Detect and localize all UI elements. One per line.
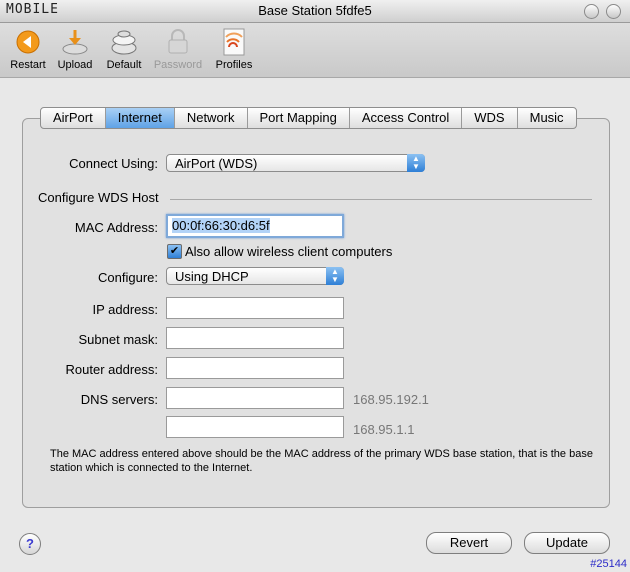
window-title: Base Station 5fdfe5 xyxy=(258,3,372,18)
mac-address-value: 00:0f:66:30:d6:5f xyxy=(172,218,270,233)
tab-wds[interactable]: WDS xyxy=(462,108,518,128)
connect-using-label: Connect Using: xyxy=(69,156,158,171)
connect-using-popup[interactable]: AirPort (WDS) ▲ ▼ xyxy=(166,154,425,172)
default-button[interactable]: Default xyxy=(98,27,150,71)
dns-server-1-hint: 168.95.192.1 xyxy=(353,392,429,407)
toolbar: Restart Upload Default Password Profiles xyxy=(0,23,630,78)
upload-icon xyxy=(59,27,91,57)
revert-button[interactable]: Revert xyxy=(426,532,512,554)
tab-music[interactable]: Music xyxy=(518,108,576,128)
tab-access-control[interactable]: Access Control xyxy=(350,108,463,128)
tab-internet[interactable]: Internet xyxy=(105,108,175,128)
tab-bar: AirPort Internet Network Port Mapping Ac… xyxy=(40,107,577,129)
default-label: Default xyxy=(106,59,142,71)
dns-server-2-field[interactable] xyxy=(166,416,344,438)
allow-wireless-checkbox[interactable]: ✔ xyxy=(167,244,182,259)
update-button[interactable]: Update xyxy=(524,532,610,554)
router-address-field[interactable] xyxy=(166,357,344,379)
profiles-icon xyxy=(218,27,250,57)
dns-server-2-hint: 168.95.1.1 xyxy=(353,422,415,437)
connect-using-value: AirPort (WDS) xyxy=(175,156,258,171)
upload-label: Upload xyxy=(57,59,93,71)
title-bar: MOBILE Base Station 5fdfe5 xyxy=(0,0,630,23)
zoom-icon[interactable] xyxy=(606,4,621,19)
help-button[interactable]: ? xyxy=(19,533,41,555)
restart-label: Restart xyxy=(10,59,46,71)
ip-address-label: IP address: xyxy=(92,302,158,317)
section-divider xyxy=(170,199,592,200)
subnet-mask-label: Subnet mask: xyxy=(78,332,159,347)
allow-wireless-label: Also allow wireless client computers xyxy=(185,244,393,259)
tab-network[interactable]: Network xyxy=(175,108,248,128)
default-icon xyxy=(108,27,140,57)
minimize-icon[interactable] xyxy=(584,4,599,19)
ip-address-field[interactable] xyxy=(166,297,344,319)
tab-airport[interactable]: AirPort xyxy=(41,108,106,128)
mac-address-label: MAC Address: xyxy=(74,220,158,235)
restart-button[interactable]: Restart xyxy=(2,27,54,71)
restart-icon xyxy=(12,27,44,57)
password-label: Password xyxy=(153,59,203,71)
profiles-button[interactable]: Profiles xyxy=(208,27,260,71)
mac-note-text: The MAC address entered above should be … xyxy=(50,448,593,474)
tab-port-mapping[interactable]: Port Mapping xyxy=(248,108,350,128)
upload-button[interactable]: Upload xyxy=(49,27,101,71)
dns-servers-label: DNS servers: xyxy=(80,392,158,407)
mac-address-field[interactable]: 00:0f:66:30:d6:5f xyxy=(166,214,344,238)
configure-popup[interactable]: Using DHCP ▲ ▼ xyxy=(166,267,344,285)
configure-label: Configure: xyxy=(98,270,158,285)
router-address-label: Router address: xyxy=(65,362,159,377)
dns-server-1-field[interactable] xyxy=(166,387,344,409)
section-title: Configure WDS Host xyxy=(38,190,159,205)
subnet-mask-field[interactable] xyxy=(166,327,344,349)
configure-value: Using DHCP xyxy=(175,269,249,284)
popup-arrows-icon: ▲ ▼ xyxy=(326,267,344,285)
image-id-label: #25144 xyxy=(590,558,627,570)
popup-arrows-icon: ▲ ▼ xyxy=(407,154,425,172)
password-button[interactable]: Password xyxy=(152,27,204,71)
profiles-label: Profiles xyxy=(215,59,253,71)
lock-icon xyxy=(162,27,194,57)
